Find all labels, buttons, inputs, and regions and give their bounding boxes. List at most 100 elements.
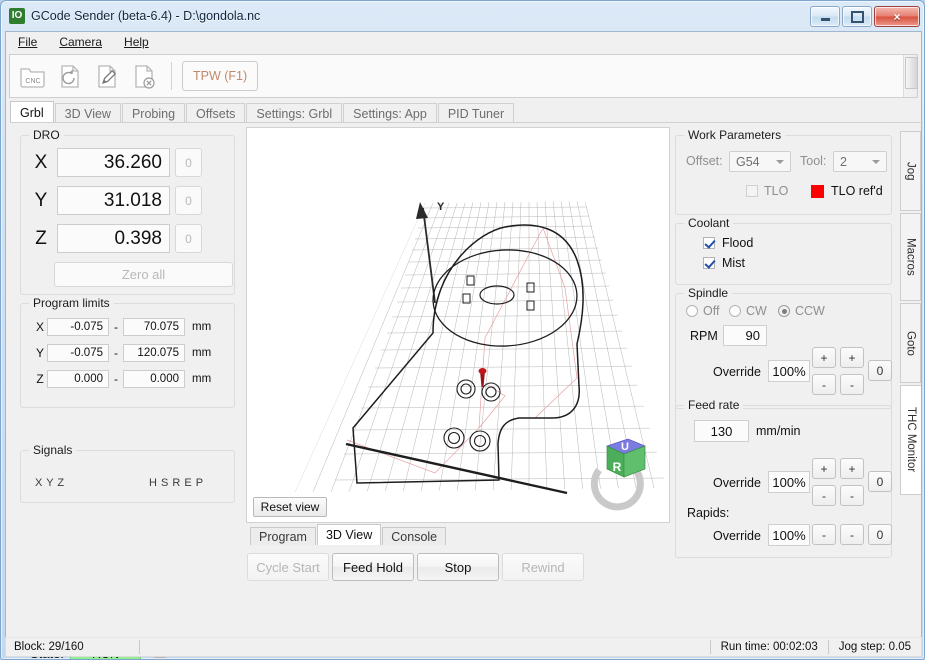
side-tab-goto-label: Goto (904, 330, 917, 356)
main-tab-bar: Grbl 3D View Probing Offsets Settings: G… (10, 101, 923, 123)
spindle-override-plus-coarse[interactable]: + (812, 347, 836, 368)
side-tab-goto[interactable]: Goto (900, 303, 921, 383)
coolant-mist-toggle[interactable]: Mist (703, 256, 745, 270)
menu-item-file[interactable]: File (16, 34, 39, 50)
open-file-button[interactable]: CNC (16, 58, 50, 94)
rpm-input[interactable]: 90 (723, 325, 767, 346)
zero-all-button[interactable]: Zero all (54, 262, 233, 287)
spindle-override-value: 100% (768, 360, 810, 382)
offset-select[interactable]: G54 (729, 151, 791, 172)
feed-override-minus-fine[interactable]: - (840, 485, 864, 506)
tab-pid-tuner[interactable]: PID Tuner (437, 103, 515, 123)
tab-settings-app[interactable]: Settings: App (343, 103, 437, 123)
tab-probing[interactable]: Probing (121, 103, 186, 123)
limits-x-max[interactable]: 70.075 (123, 318, 185, 336)
dro-z-value[interactable]: 0.398 (57, 224, 170, 253)
limits-axis-x-label: X (35, 320, 44, 334)
spindle-cw-radio[interactable]: CW (729, 304, 767, 318)
close-icon: × (893, 9, 901, 24)
spindle-override-minus-fine[interactable]: - (840, 374, 864, 395)
limits-z-dash: - (114, 372, 118, 386)
edit-file-button[interactable] (90, 58, 124, 94)
tab-settings-grbl[interactable]: Settings: Grbl (246, 103, 343, 123)
rapids-override-reset[interactable]: 0 (868, 524, 892, 545)
maximize-button[interactable] (842, 6, 872, 27)
feed-override-reset[interactable]: 0 (868, 471, 892, 492)
viewport-tab-program[interactable]: Program (250, 527, 316, 545)
tlo-refd-label: TLO ref'd (831, 184, 883, 198)
rewind-button[interactable]: Rewind (502, 553, 584, 581)
rapids-override-minus-fine[interactable]: - (840, 524, 864, 545)
spindle-override-label: Override (713, 365, 761, 379)
side-tab-jog[interactable]: Jog (900, 131, 921, 211)
limits-x-dash: - (114, 320, 118, 334)
dro-y-value[interactable]: 31.018 (57, 186, 170, 215)
mist-label: Mist (722, 256, 745, 270)
limits-z-min[interactable]: 0.000 (47, 370, 109, 388)
menu-item-help[interactable]: Help (122, 34, 151, 50)
spindle-off-radio[interactable]: Off (686, 304, 719, 318)
viewport-3d[interactable]: Y U R Reset view (246, 127, 670, 523)
radio-cw-icon[interactable] (729, 305, 741, 317)
limits-y-max[interactable]: 120.075 (123, 344, 185, 362)
window-controls: × (810, 6, 920, 27)
cycle-start-button[interactable]: Cycle Start (247, 553, 329, 581)
mist-checkbox-icon[interactable] (703, 257, 715, 269)
tpw-button[interactable]: TPW (F1) (182, 61, 259, 91)
side-tab-jog-label: Jog (904, 161, 917, 181)
rapids-override-minus-coarse[interactable]: - (812, 524, 836, 545)
dro-x-value[interactable]: 36.260 (57, 148, 170, 177)
menu-item-camera[interactable]: Camera (57, 34, 104, 50)
tab-3d-view[interactable]: 3D View (54, 103, 121, 123)
dro-z-zero-button[interactable]: 0 (175, 224, 202, 253)
axis-label-y: Y (437, 201, 445, 213)
coolant-group: Coolant Flood Mist (675, 216, 892, 285)
tlo-toggle[interactable]: TLO (746, 184, 788, 198)
close-button[interactable]: × (874, 6, 920, 27)
side-tab-macros[interactable]: Macros (900, 213, 921, 301)
feed-override-minus-coarse[interactable]: - (812, 485, 836, 506)
toolbar-scrollbar[interactable] (903, 55, 918, 97)
tool-select[interactable]: 2 (833, 151, 887, 172)
tab-offsets[interactable]: Offsets (186, 103, 246, 123)
dro-y-zero-button[interactable]: 0 (175, 186, 202, 215)
tlo-label: TLO (764, 184, 789, 198)
dro-axis-z-label: Z (35, 227, 47, 249)
tlo-checkbox-icon[interactable] (746, 185, 758, 197)
limits-axis-y-label: Y (35, 346, 44, 360)
spindle-ccw-label: CCW (795, 304, 825, 318)
toolbar-scrollbar-thumb[interactable] (905, 57, 918, 89)
reload-file-button[interactable] (53, 58, 87, 94)
spindle-ccw-radio[interactable]: CCW (778, 304, 825, 318)
minimize-button[interactable] (810, 6, 840, 27)
work-area: DRO X 36.260 0 Y 31.018 0 Z 0.398 0 Zero… (6, 123, 921, 659)
limits-x-min[interactable]: -0.075 (47, 318, 109, 336)
viewport-tab-console[interactable]: Console (382, 527, 447, 545)
tab-grbl[interactable]: Grbl (10, 101, 54, 123)
spindle-override-minus-coarse[interactable]: - (812, 374, 836, 395)
viewport-tab-3d-view[interactable]: 3D View (316, 524, 382, 545)
flood-checkbox-icon[interactable] (703, 237, 715, 249)
stop-button[interactable]: Stop (417, 553, 499, 581)
feed-override-plus-fine[interactable]: + (840, 458, 864, 479)
reset-view-button[interactable]: Reset view (253, 497, 327, 517)
radio-off-icon[interactable] (686, 305, 698, 317)
radio-ccw-icon[interactable] (778, 305, 790, 317)
title-bar: IO GCode Sender (beta-6.4) - D:\gondola.… (1, 1, 924, 31)
side-tab-thc-monitor[interactable]: THC Monitor (900, 385, 921, 495)
spindle-override-plus-fine[interactable]: + (840, 347, 864, 368)
dro-x-zero-button[interactable]: 0 (175, 148, 202, 177)
limits-y-min[interactable]: -0.075 (47, 344, 109, 362)
close-file-button[interactable] (127, 58, 161, 94)
feed-hold-button[interactable]: Feed Hold (332, 553, 414, 581)
feed-override-plus-coarse[interactable]: + (812, 458, 836, 479)
limits-z-max[interactable]: 0.000 (123, 370, 185, 388)
status-separator-1 (138, 640, 140, 654)
menu-bar: File Camera Help (6, 32, 921, 52)
program-limits-group: Program limits X -0.075 - 70.075 mm Y -0… (20, 296, 235, 408)
work-parameters-legend: Work Parameters (684, 128, 786, 142)
limits-y-unit: mm (192, 347, 212, 359)
coolant-flood-toggle[interactable]: Flood (703, 236, 753, 250)
spindle-override-reset[interactable]: 0 (868, 360, 892, 381)
feed-rate-value[interactable]: 130 (694, 420, 749, 442)
